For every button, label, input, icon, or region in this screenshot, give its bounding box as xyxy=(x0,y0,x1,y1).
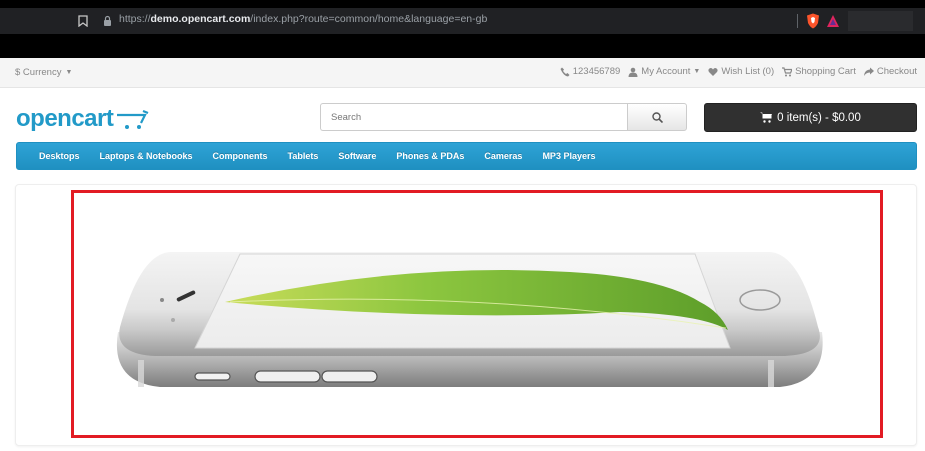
shopping-cart-label: Shopping Cart xyxy=(795,66,856,77)
checkout-link[interactable]: Checkout xyxy=(863,66,917,77)
url-prefix: https:// xyxy=(119,13,151,25)
phone-link[interactable]: 123456789 xyxy=(560,66,621,77)
menu-item-cameras[interactable]: Cameras xyxy=(484,151,522,161)
shopping-cart-link[interactable]: Shopping Cart xyxy=(782,66,856,77)
url-text[interactable]: https://demo.opencart.com/index.php?rout… xyxy=(119,13,487,25)
brave-rewards-icon[interactable] xyxy=(826,14,840,28)
shopping-cart-icon xyxy=(782,66,793,76)
brave-shield-icon[interactable] xyxy=(806,13,820,29)
logo-text: opencart xyxy=(16,105,114,132)
top-nav: $ Currency ▼ 123456789 My Account ▼ Wish… xyxy=(0,58,925,88)
bookmark-icon[interactable] xyxy=(74,12,92,30)
store-logo[interactable]: opencart xyxy=(16,105,151,133)
browser-chrome: https://demo.opencart.com/index.php?rout… xyxy=(0,0,925,58)
caret-down-icon: ▼ xyxy=(693,68,701,75)
currency-label: $ Currency xyxy=(15,67,62,78)
heart-icon xyxy=(708,67,718,76)
phone-number: 123456789 xyxy=(572,66,621,77)
menu-item-components[interactable]: Components xyxy=(213,151,268,161)
currency-dropdown[interactable]: $ Currency ▼ xyxy=(15,67,72,78)
search-icon xyxy=(651,111,663,123)
main-menu: Desktops Laptops & Notebooks Components … xyxy=(16,142,917,170)
menu-item-desktops[interactable]: Desktops xyxy=(39,151,80,161)
menu-item-laptops-notebooks[interactable]: Laptops & Notebooks xyxy=(100,151,193,161)
phone-icon xyxy=(560,67,570,76)
caret-down-icon: ▼ xyxy=(65,69,73,76)
menu-item-mp3-players[interactable]: MP3 Players xyxy=(542,151,595,161)
lock-icon xyxy=(104,15,111,26)
wish-list-link[interactable]: Wish List (0) xyxy=(708,66,774,77)
url-path: /index.php?route=common/home&language=en… xyxy=(250,13,488,25)
menu-item-tablets[interactable]: Tablets xyxy=(288,151,319,161)
search-bar xyxy=(320,103,687,131)
wish-list-label: Wish List (0) xyxy=(721,66,775,77)
my-account-label: My Account xyxy=(641,66,691,77)
menu-item-phones-pdas[interactable]: Phones & PDAs xyxy=(396,151,464,161)
search-button[interactable] xyxy=(627,103,687,131)
cart-total: 0 item(s) - $0.00 xyxy=(777,111,861,124)
share-icon xyxy=(863,67,874,76)
menu-item-software[interactable]: Software xyxy=(338,151,376,161)
shopping-cart-icon xyxy=(760,112,773,123)
search-input[interactable] xyxy=(320,103,627,131)
my-account-dropdown[interactable]: My Account ▼ xyxy=(628,66,700,77)
url-host: demo.opencart.com xyxy=(150,13,251,25)
logo-cart-icon xyxy=(117,109,149,129)
user-icon xyxy=(628,67,638,77)
cart-button[interactable]: 0 item(s) - $0.00 xyxy=(704,103,917,132)
top-links: 123456789 My Account ▼ Wish List (0) Sho… xyxy=(560,66,917,77)
address-bar[interactable]: https://demo.opencart.com/index.php?rout… xyxy=(0,8,925,34)
banner-highlight-box xyxy=(71,190,883,438)
checkout-label: Checkout xyxy=(876,66,917,77)
toolbar-divider xyxy=(797,14,798,28)
extensions-area[interactable] xyxy=(848,11,913,31)
